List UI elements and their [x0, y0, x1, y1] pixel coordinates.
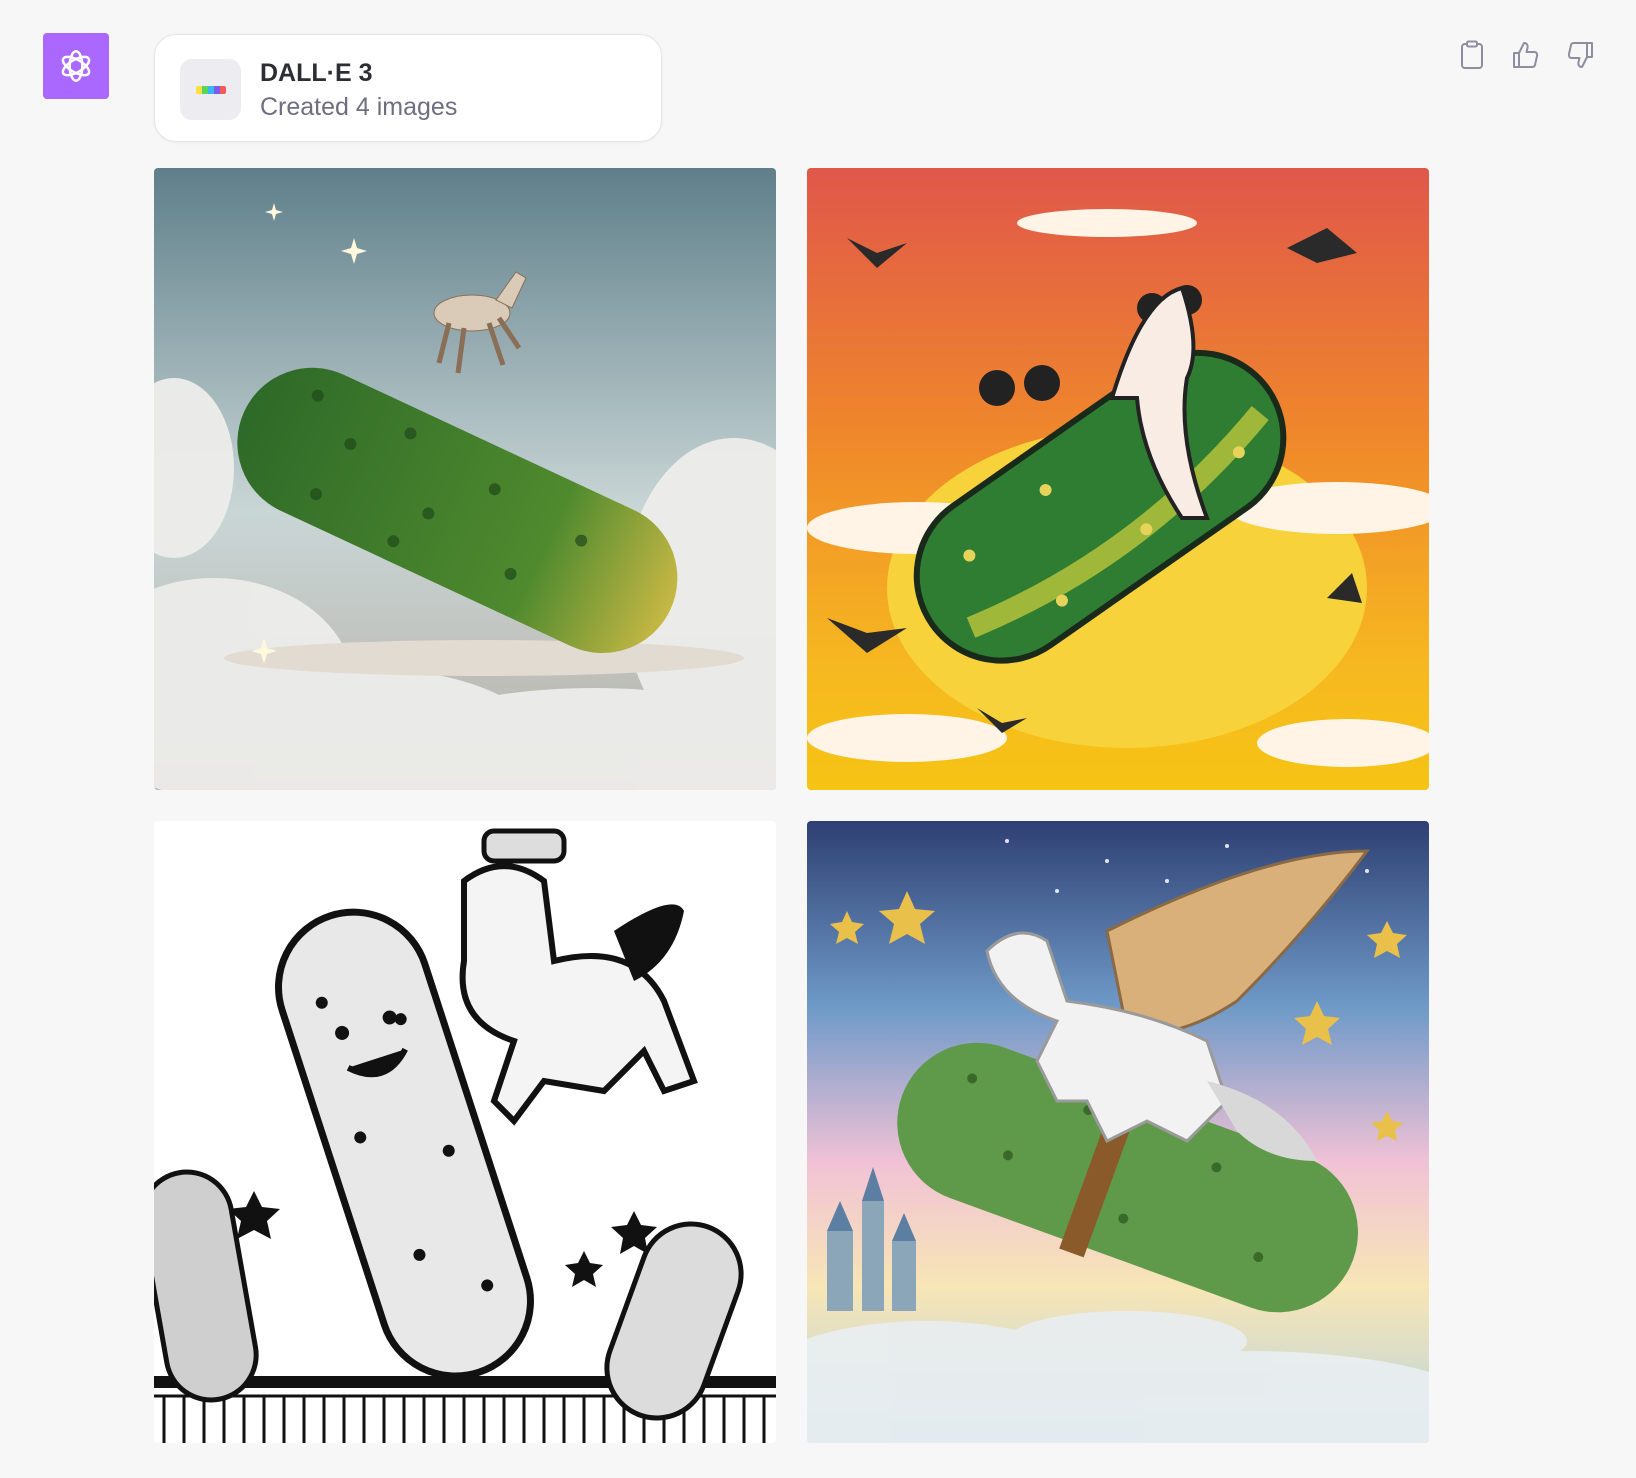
thumbs-up-icon — [1513, 42, 1539, 68]
tool-title: DALL·E 3 — [260, 59, 373, 87]
assistant-avatar — [43, 33, 109, 99]
clipboard-icon — [1461, 40, 1483, 69]
color-spectrum-icon — [180, 59, 241, 120]
thumbs-up-button[interactable] — [1510, 38, 1542, 72]
generated-image-2[interactable] — [807, 168, 1429, 790]
generated-image-3[interactable] — [154, 821, 776, 1443]
generated-image-4[interactable] — [807, 821, 1429, 1443]
generated-image-1[interactable] — [154, 168, 776, 790]
thumbs-down-button[interactable] — [1564, 38, 1596, 72]
message-actions — [1456, 38, 1596, 72]
copy-button[interactable] — [1456, 38, 1488, 72]
openai-logo-icon — [61, 50, 91, 82]
thumbs-down-icon — [1567, 42, 1593, 68]
dalle-tool-card[interactable]: DALL·E 3 Created 4 images — [154, 34, 662, 142]
tool-subtitle: Created 4 images — [260, 93, 458, 121]
